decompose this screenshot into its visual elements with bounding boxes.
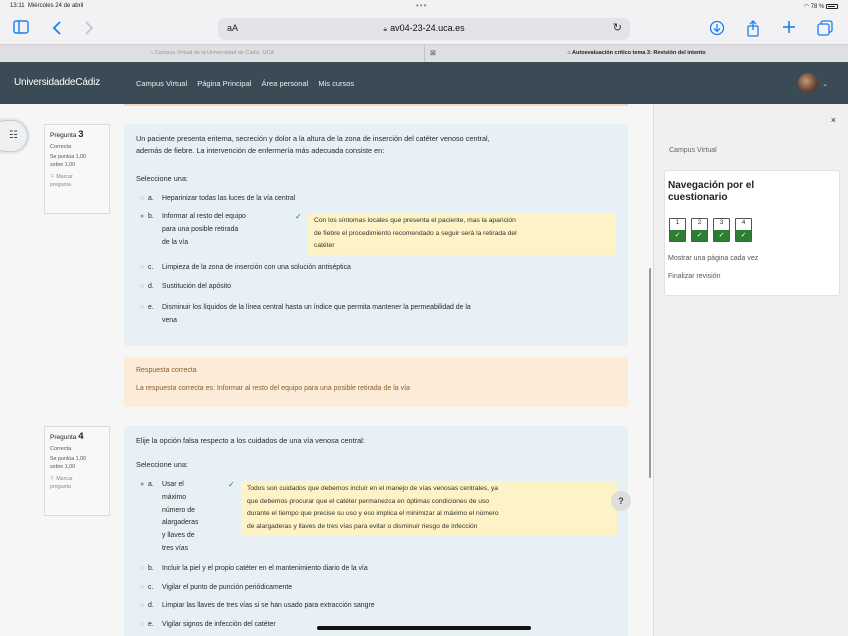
question-status: Correcta (50, 446, 72, 452)
quiz-nav-button-2[interactable]: 2 ✓ (691, 218, 708, 242)
question-text: Elije la opción falsa respecto a los cui… (136, 436, 365, 445)
question-number: Pregunta 4 (50, 431, 84, 442)
option-a[interactable]: ● a. Usar el máximo número de alargaderas y ll… (140, 479, 198, 556)
answer-text: La respuesta correcta es: Informar al re… (136, 385, 410, 392)
radio-selected-icon[interactable]: ● (140, 211, 148, 224)
nav-pagina-principal[interactable]: Página Principal (197, 79, 251, 88)
main-content: ☷ Pregunta 3 Correcta Se puntúa 1,00 sobr… (0, 104, 653, 636)
browser-tabs: ⌂ Campus Virtual de la Universidad de Cá… (0, 44, 848, 62)
option-d[interactable]: ○ d. Limpiar las llaves de tres vías si se… (140, 600, 375, 613)
close-drawer-icon[interactable]: × (831, 115, 836, 125)
correct-check-icon: ✓ (714, 230, 729, 241)
option-feedback: Con los síntomas locales que presenta el… (308, 213, 616, 255)
forward-icon[interactable] (80, 20, 98, 38)
question-text: Un paciente presenta eritema, secreción … (136, 134, 490, 155)
new-tab-icon[interactable] (780, 20, 798, 38)
download-icon[interactable] (708, 20, 726, 38)
question-number: Pregunta 3 (50, 129, 84, 140)
radio-icon[interactable]: ○ (140, 193, 148, 206)
question-4-box: Elije la opción falsa respecto a los cui… (124, 426, 628, 636)
finish-review-link[interactable]: Finalizar revisión (668, 273, 721, 280)
question-grade: Se puntúa 1,00 sobre 1,00 (50, 154, 86, 168)
option-b[interactable]: ● b. Informar al resto del equipo para una … (140, 211, 246, 249)
question-info-3: Pregunta 3 Correcta Se puntúa 1,00 sobre … (44, 124, 110, 214)
flag-icon: ⚐ (50, 476, 55, 482)
answer-title: Respuesta correcta (136, 367, 197, 374)
lock-icon: 🔒︎ (383, 26, 388, 33)
correct-check-icon: ✓ (228, 480, 235, 489)
site-navbar: UniversidaddeCádiz Campus Virtual Página… (0, 62, 848, 104)
select-prompt: Seleccione una: (136, 460, 188, 469)
tab-campus-virtual[interactable]: ⌂ Campus Virtual de la Universidad de Cá… (0, 45, 424, 62)
radio-icon[interactable]: ○ (140, 262, 148, 275)
option-c[interactable]: ○ c. Vigilar el punto de punción periódica… (140, 582, 292, 595)
drawer-campus-link[interactable]: Campus Virtual (669, 147, 717, 154)
radio-icon[interactable]: ○ (140, 281, 148, 294)
quiz-nav-button-4[interactable]: 4 ✓ (735, 218, 752, 242)
share-icon[interactable] (744, 20, 762, 38)
option-e[interactable]: ○ e. Vigilar signos de infección del catét… (140, 619, 276, 632)
option-a[interactable]: ○ a. Heparinizar todas las luces de la vía… (140, 193, 295, 206)
battery-icon (826, 3, 838, 9)
browser-toolbar: aA 🔒︎ av04-23-24.uca.es ↻ (0, 14, 848, 44)
correct-check-icon: ✓ (736, 230, 751, 241)
option-d[interactable]: ○ d. Sustitución del apósito (140, 281, 231, 294)
site-logo[interactable]: UniversidaddeCádiz (14, 77, 100, 88)
option-feedback: Todos son cuidados que debemos incluir e… (241, 481, 617, 536)
quiz-navigation-card: Navegación por el cuestionario 1 ✓ 2 ✓ 3 ✓ 4… (664, 170, 840, 296)
list-icon: ☷ (9, 130, 18, 141)
radio-icon[interactable]: ○ (140, 582, 148, 595)
reload-icon[interactable]: ↻ (613, 21, 622, 34)
quiz-nav-button-1[interactable]: 1 ✓ (669, 218, 686, 242)
radio-icon[interactable]: ○ (140, 302, 148, 315)
help-button[interactable]: ? (611, 491, 631, 511)
battery-percent: 78 % (810, 4, 825, 10)
content-scrollbar[interactable] (649, 268, 651, 478)
quiz-navigation-title: Navegación por el cuestionario (668, 180, 755, 203)
flag-question-link[interactable]: ⚐ Marcar pregunta (50, 475, 104, 491)
correct-check-icon: ✓ (692, 230, 707, 241)
radio-icon[interactable]: ○ (140, 563, 148, 576)
nav-area-personal[interactable]: Área personal (262, 79, 309, 88)
nav-mis-cursos[interactable]: Mis cursos (318, 79, 354, 88)
radio-icon[interactable]: ○ (140, 600, 148, 613)
quiz-nav-button-3[interactable]: 3 ✓ (713, 218, 730, 242)
address-bar[interactable]: aA 🔒︎ av04-23-24.uca.es ↻ (218, 18, 630, 40)
option-c[interactable]: ○ c. Limpieza de la zona de inserción con … (140, 262, 351, 275)
nav-campus-virtual[interactable]: Campus Virtual (136, 79, 187, 88)
radio-selected-icon[interactable]: ● (140, 479, 148, 492)
url-text[interactable]: 🔒︎ av04-23-24.uca.es (218, 23, 630, 34)
status-bar: 13:11 Miércoles 24 de abril ••• ◠ 78 % (0, 0, 848, 14)
show-one-page-link[interactable]: Mostrar una página cada vez (668, 255, 758, 262)
correct-check-icon: ✓ (670, 230, 685, 241)
question-info-4: Pregunta 4 Correcta Se puntúa 1,00 sobre … (44, 426, 110, 516)
question-grade: Se puntúa 1,00 sobre 1,00 (50, 456, 86, 470)
wifi-icon: ◠ (803, 4, 809, 10)
flag-icon: ⚐ (50, 174, 55, 180)
select-prompt: Seleccione una: (136, 174, 188, 183)
multitask-dots[interactable]: ••• (416, 1, 427, 10)
site-nav-links: Campus Virtual Página Principal Área per… (136, 79, 362, 88)
quiz-navigation-drawer: × Campus Virtual Navegación por el cuesti… (653, 104, 848, 636)
home-indicator[interactable] (317, 626, 531, 630)
user-menu-caret-icon[interactable]: ⌄ (822, 80, 828, 88)
back-icon[interactable] (48, 20, 66, 38)
radio-icon[interactable]: ○ (140, 619, 148, 632)
sidebar-icon[interactable] (12, 20, 30, 38)
status-time: 13:11 Miércoles 24 de abril (10, 3, 84, 9)
question-status: Correcta (50, 144, 72, 150)
correct-check-icon: ✓ (295, 212, 302, 221)
tab-autoevaluacion[interactable]: ⌂ Autoevaluación crítico tema 3: Revisió… (425, 45, 848, 62)
user-avatar[interactable] (798, 73, 818, 93)
status-right: ◠ 78 % (804, 3, 838, 10)
flag-question-link[interactable]: ⚐ Marcar pregunta (50, 173, 104, 189)
course-index-toggle[interactable]: ☷ (0, 120, 28, 152)
previous-block-edge (124, 104, 628, 106)
option-e[interactable]: ○ e. Disminuir los líquidos de la línea ce… (140, 302, 471, 328)
question-3-box: Un paciente presenta eritema, secreción … (124, 124, 628, 346)
option-b[interactable]: ○ b. Incluir la piel y el propio catéter e… (140, 563, 368, 576)
correct-answer-box: Respuesta correcta La respuesta correcta… (124, 357, 628, 407)
tabs-overview-icon[interactable] (816, 20, 834, 38)
